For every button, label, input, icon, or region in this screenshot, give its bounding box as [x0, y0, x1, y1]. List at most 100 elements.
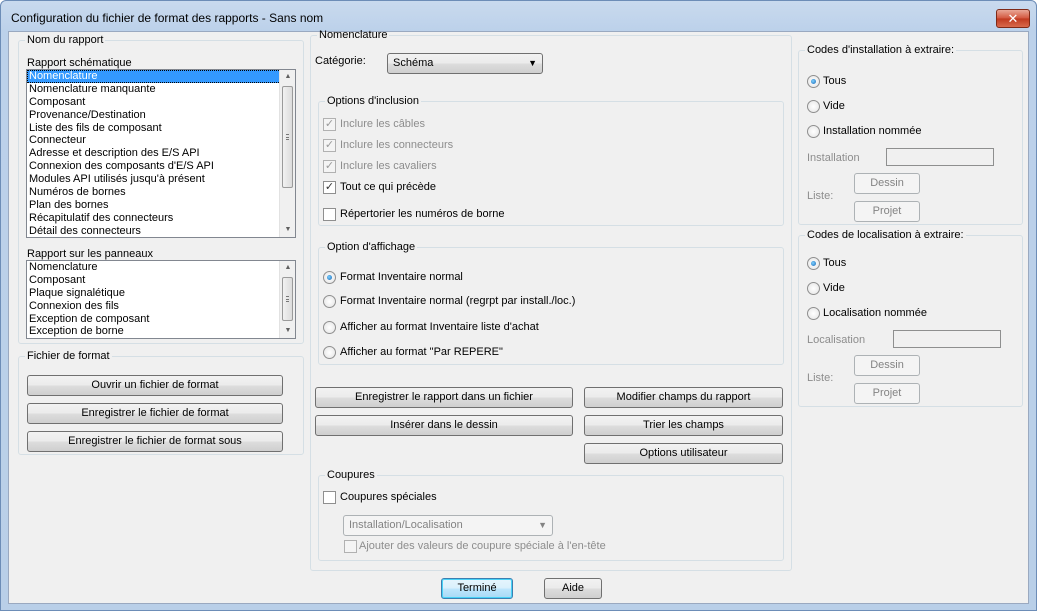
location-project-button[interactable]: Projet — [854, 383, 920, 404]
chevron-down-icon: ▼ — [528, 58, 537, 68]
report-name-legend: Nom du rapport — [27, 34, 104, 46]
include-cables-label: Inclure les câbles — [340, 118, 425, 130]
window-title: Configuration du fichier de format des r… — [11, 11, 324, 25]
terminal-numbers-checkbox[interactable] — [323, 208, 336, 221]
location-field-label: Localisation — [807, 334, 866, 346]
list-item[interactable]: Exception de borne — [27, 325, 295, 338]
include-jumpers-checkbox[interactable]: ✓ — [323, 160, 336, 173]
location-all-label: Tous — [823, 257, 847, 269]
location-list-label: Liste: — [807, 372, 834, 384]
insert-into-drawing-button[interactable]: Insérer dans le dessin — [315, 415, 573, 436]
installation-all-label: Tous — [823, 75, 847, 87]
installation-field-label: Installation — [807, 152, 860, 164]
installation-named-radio[interactable] — [807, 125, 820, 138]
dialog-window: Configuration du fichier de format des r… — [0, 0, 1037, 611]
category-dropdown[interactable]: Schéma ▼ — [387, 53, 543, 74]
dialog-client-area: Nom du rapport Rapport schématique Nomen… — [8, 29, 1029, 604]
break-type-value: Installation/Localisation — [349, 519, 463, 531]
normal-grouped-format-radio[interactable] — [323, 295, 336, 308]
installation-codes-legend: Codes d'installation à extraire: — [807, 44, 955, 56]
display-options-legend: Option d'affichage — [327, 241, 416, 253]
save-format-file-as-button[interactable]: Enregistrer le fichier de format sous — [27, 431, 283, 452]
save-format-file-button[interactable]: Enregistrer le fichier de format — [27, 403, 283, 424]
normal-format-radio[interactable] — [323, 271, 336, 284]
installation-drawing-button[interactable]: Dessin — [854, 173, 920, 194]
list-item[interactable]: Plan des bornes — [27, 199, 295, 212]
list-item[interactable]: Récapitulatif des connecteurs — [27, 212, 295, 225]
installation-project-button[interactable]: Projet — [854, 201, 920, 222]
list-item[interactable]: Adresse et description des E/S API — [27, 147, 295, 160]
done-button[interactable]: Terminé — [441, 578, 513, 599]
location-codes-legend: Codes de localisation à extraire: — [807, 229, 964, 241]
add-break-values-header-checkbox[interactable] — [344, 540, 357, 553]
scroll-up-icon[interactable]: ▲ — [280, 261, 295, 275]
close-button[interactable]: ✕ — [996, 9, 1030, 28]
schematic-report-list[interactable]: Nomenclature Nomenclature manquante Compos… — [26, 69, 296, 238]
list-item[interactable]: Plaque signalétique — [27, 287, 295, 300]
list-item[interactable]: Détail des connecteurs — [27, 225, 295, 237]
format-file-legend: Fichier de format — [27, 350, 110, 362]
list-item[interactable]: Provenance/Destination — [27, 109, 295, 122]
chevron-down-icon: ▼ — [538, 520, 547, 530]
installation-empty-label: Vide — [823, 100, 845, 112]
scroll-thumb[interactable] — [282, 277, 293, 321]
all-above-label: Tout ce qui précède — [340, 181, 437, 193]
panel-report-label: Rapport sur les panneaux — [27, 248, 153, 260]
list-item[interactable]: Composant — [27, 96, 295, 109]
location-named-radio[interactable] — [807, 307, 820, 320]
include-connectors-label: Inclure les connecteurs — [340, 139, 454, 151]
list-item[interactable]: Composant — [27, 274, 295, 287]
special-breaks-label: Coupures spéciales — [340, 491, 437, 503]
list-item[interactable]: Nomenclature — [27, 261, 295, 274]
normal-grouped-format-label: Format Inventaire normal (regrpt par ins… — [340, 295, 576, 307]
user-options-button[interactable]: Options utilisateur — [584, 443, 783, 464]
installation-all-radio[interactable] — [807, 75, 820, 88]
check-mark-icon: ✓ — [324, 181, 335, 193]
help-button[interactable]: Aide — [544, 578, 602, 599]
scroll-down-icon[interactable]: ▼ — [280, 324, 295, 338]
scroll-up-icon[interactable]: ▲ — [280, 70, 295, 84]
include-connectors-checkbox[interactable]: ✓ — [323, 139, 336, 152]
list-item[interactable]: Numéros de bornes — [27, 186, 295, 199]
list-item[interactable]: Nomenclature manquante — [27, 83, 295, 96]
installation-empty-radio[interactable] — [807, 100, 820, 113]
close-icon: ✕ — [1007, 11, 1019, 26]
list-item[interactable]: Connecteur — [27, 134, 295, 147]
category-label: Catégorie: — [315, 55, 366, 67]
list-item[interactable]: Nomenclature — [27, 70, 295, 83]
installation-list-label: Liste: — [807, 190, 834, 202]
list-item[interactable]: Connexion des composants d'E/S API — [27, 160, 295, 173]
list-item[interactable]: Liste des fils de composant — [27, 122, 295, 135]
schematic-report-label: Rapport schématique — [27, 57, 132, 69]
location-drawing-button[interactable]: Dessin — [854, 355, 920, 376]
include-cables-checkbox[interactable]: ✓ — [323, 118, 336, 131]
edit-report-fields-button[interactable]: Modifier champs du rapport — [584, 387, 783, 408]
panel-report-list[interactable]: Nomenclature Composant Plaque signalétique… — [26, 260, 296, 339]
by-tag-format-radio[interactable] — [323, 346, 336, 359]
schematic-list-scrollbar[interactable]: ▲ ▼ — [279, 70, 295, 237]
save-report-to-file-button[interactable]: Enregistrer le rapport dans un fichier — [315, 387, 573, 408]
special-breaks-checkbox[interactable] — [323, 491, 336, 504]
list-item[interactable]: Modules API utilisés jusqu'à présent — [27, 173, 295, 186]
purchase-list-format-radio[interactable] — [323, 321, 336, 334]
scroll-thumb[interactable] — [282, 86, 293, 188]
scroll-down-icon[interactable]: ▼ — [280, 223, 295, 237]
location-input[interactable] — [893, 330, 1001, 348]
list-item[interactable]: Connexion des fils — [27, 300, 295, 313]
location-empty-radio[interactable] — [807, 282, 820, 295]
title-bar[interactable]: Configuration du fichier de format des r… — [1, 1, 1036, 31]
check-mark-icon: ✓ — [324, 139, 335, 151]
open-format-file-button[interactable]: Ouvrir un fichier de format — [27, 375, 283, 396]
all-above-checkbox[interactable]: ✓ — [323, 181, 336, 194]
include-jumpers-label: Inclure les cavaliers — [340, 160, 437, 172]
schematic-report-items: Nomenclature Nomenclature manquante Compos… — [27, 70, 295, 237]
sort-fields-button[interactable]: Trier les champs — [584, 415, 783, 436]
installation-input[interactable] — [886, 148, 994, 166]
list-item[interactable]: Exception de composant — [27, 313, 295, 326]
break-type-dropdown[interactable]: Installation/Localisation ▼ — [343, 515, 553, 536]
by-tag-format-label: Afficher au format "Par REPERE" — [340, 346, 503, 358]
location-all-radio[interactable] — [807, 257, 820, 270]
nomenclature-legend: Nomenclature — [319, 29, 388, 41]
panel-list-scrollbar[interactable]: ▲ ▼ — [279, 261, 295, 338]
panel-report-items: Nomenclature Composant Plaque signalétique… — [27, 261, 295, 338]
